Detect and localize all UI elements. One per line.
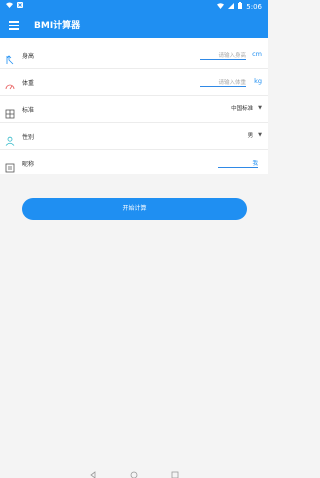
app-title: BMI计算器 — [34, 21, 81, 31]
ruler-icon — [5, 50, 15, 65]
gender-row: 性别 男 ▼ — [0, 123, 268, 150]
nickname-row: 昵称 我 — [0, 150, 268, 177]
scale-icon — [5, 77, 15, 90]
gender-label: 性别 — [22, 134, 35, 141]
status-bar-left — [6, 2, 23, 10]
system-nav-bar — [0, 458, 268, 478]
gender-select[interactable]: 男 ▼ — [248, 131, 262, 139]
menu-icon[interactable] — [9, 19, 21, 31]
status-bar: 5:06 — [0, 0, 268, 12]
bmi-form: 身高 请输入身高 cm 体重 请输入体重 kg 标准 中国标准 ▼ 性别 男 ▼ — [0, 38, 268, 174]
recent-apps-icon[interactable] — [171, 464, 179, 478]
home-icon[interactable] — [130, 464, 138, 478]
chevron-down-icon: ▼ — [258, 132, 262, 138]
battery-icon — [238, 2, 243, 11]
signal-icon — [228, 2, 235, 11]
height-input[interactable]: 请输入身高 — [200, 49, 246, 60]
app-bar: BMI计算器 — [0, 12, 268, 38]
weight-label: 体重 — [22, 80, 35, 87]
start-calculation-button[interactable]: 开始计算 — [22, 198, 247, 220]
nickname-input[interactable]: 我 — [218, 157, 258, 168]
document-icon — [5, 158, 15, 173]
weight-row: 体重 请输入体重 kg — [0, 69, 268, 96]
user-icon — [5, 131, 15, 146]
grid-icon — [5, 104, 15, 119]
standard-row: 标准 中国标准 ▼ — [0, 96, 268, 123]
notification-icon — [17, 2, 23, 10]
status-bar-right: 5:06 — [217, 2, 262, 11]
height-row: 身高 请输入身高 cm — [0, 42, 268, 69]
status-time: 5:06 — [246, 2, 262, 11]
standard-select[interactable]: 中国标准 ▼ — [231, 104, 262, 112]
back-icon[interactable] — [89, 464, 97, 478]
weight-input[interactable]: 请输入体重 — [200, 76, 246, 87]
standard-selected: 中国标准 — [231, 106, 254, 112]
gender-selected: 男 — [247, 133, 254, 139]
chevron-down-icon: ▼ — [258, 105, 262, 111]
height-label: 身高 — [22, 53, 35, 60]
nickname-label: 昵称 — [22, 161, 35, 168]
height-unit: cm — [252, 50, 262, 58]
weight-unit: kg — [254, 77, 262, 85]
standard-label: 标准 — [22, 107, 35, 114]
wifi-signal-icon — [217, 2, 225, 11]
wifi-icon — [6, 2, 13, 10]
